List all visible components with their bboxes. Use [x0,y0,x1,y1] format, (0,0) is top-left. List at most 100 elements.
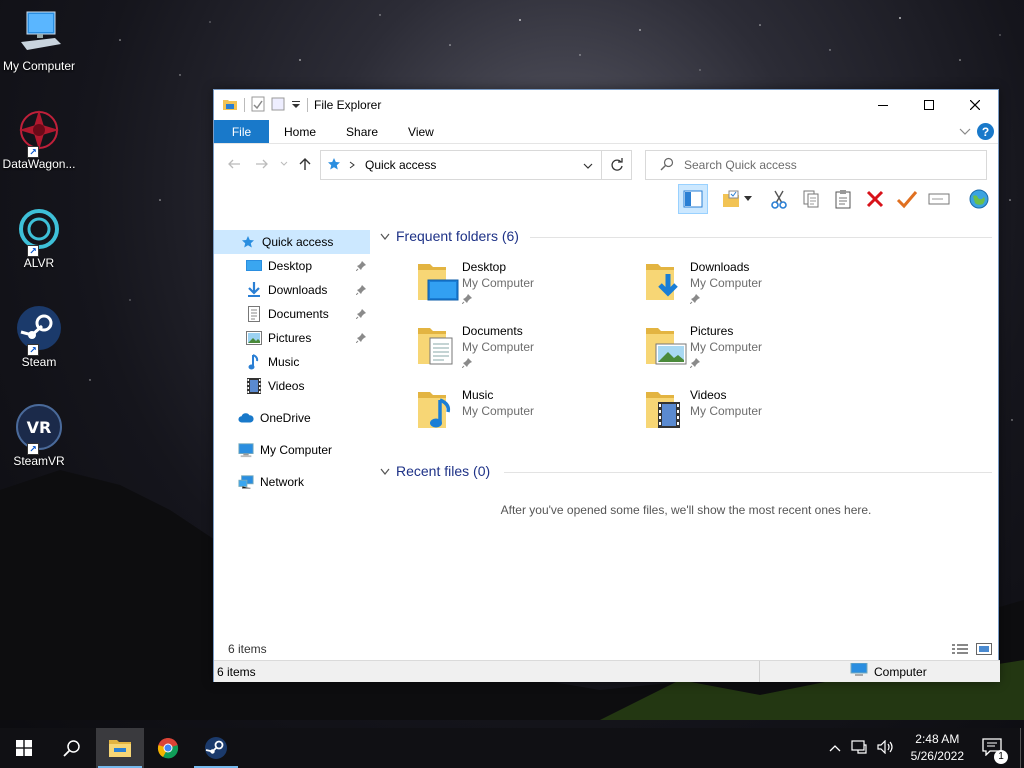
desktop-icon-label: My Computer [2,59,76,73]
pin-icon[interactable] [355,308,366,322]
close-button[interactable] [952,90,998,120]
new-item-dropdown-icon[interactable] [740,184,756,214]
pin-icon[interactable] [689,357,700,371]
paste-button[interactable] [828,184,858,214]
sidebar-item-videos[interactable]: Videos [214,374,372,398]
sidebar-item-pictures[interactable]: Pictures [214,326,372,350]
customize-qat-icon[interactable] [291,98,301,112]
globe-icon[interactable] [964,184,994,214]
frequent-folders-header[interactable]: Frequent folders (6) [380,228,992,244]
folder-name: Downloads [690,260,750,274]
sidebar-item-downloads[interactable]: Downloads [214,278,372,302]
folder-tile-desktop[interactable]: Desktop My Computer [416,260,636,320]
address-bar[interactable]: Quick access [320,150,632,180]
breadcrumb[interactable]: Quick access [365,158,436,172]
main-pane: Frequent folders (6) Desktop My Computer… [376,218,996,642]
desktop-icon-my-computer[interactable]: My Computer [2,8,76,73]
sidebar-item-network[interactable]: Network [214,470,372,494]
sidebar-item-desktop[interactable]: Desktop [214,254,372,278]
pin-icon[interactable] [355,260,366,274]
folder-name: Pictures [690,324,734,338]
chrome-icon [157,738,179,759]
qat-separator [244,98,245,112]
refresh-button[interactable] [601,151,631,179]
desktop-icon-steam[interactable]: ↗ Steam [2,304,76,369]
recent-files-header[interactable]: Recent files (0) [380,463,992,479]
search-input[interactable]: Search Quick access [684,158,797,172]
taskbar-chrome[interactable] [144,728,192,768]
back-button[interactable] [220,159,248,169]
pin-icon[interactable] [355,284,366,298]
large-icons-view-icon[interactable] [976,643,992,658]
properties-icon[interactable] [251,96,265,115]
tab-share[interactable]: Share [331,120,393,143]
taskbar-file-explorer[interactable] [96,728,144,768]
computer-icon [15,8,63,56]
folder-tile-videos[interactable]: Videos My Computer [644,388,864,448]
rename-button[interactable] [924,184,954,214]
folder-tile-pictures[interactable]: Pictures My Computer [644,324,864,384]
downloads-folder-icon [644,260,688,304]
copy-button[interactable] [796,184,826,214]
desktop-icon-alvr[interactable]: ↗ ALVR [2,205,76,270]
taskbar: 2:48 AM 5/26/2022 1 [0,728,1024,768]
folder-name: Documents [462,324,523,338]
preview-pane-button[interactable] [678,184,708,214]
minimize-button[interactable] [860,90,906,120]
window-title: File Explorer [314,98,382,112]
select-button[interactable] [892,184,922,214]
help-icon[interactable]: ? [977,123,994,140]
file-explorer-icon [109,740,131,757]
download-icon [246,282,262,298]
clock[interactable]: 2:48 AM 5/26/2022 [911,731,964,765]
sidebar-item-my-computer[interactable]: My Computer [214,438,372,462]
start-button[interactable] [0,728,48,768]
recent-locations-button[interactable] [276,161,292,167]
sidebar-item-music[interactable]: Music [214,350,372,374]
delete-button[interactable] [860,184,890,214]
tab-file[interactable]: File [214,120,269,143]
up-button[interactable] [292,157,318,171]
volume-icon[interactable] [877,739,895,757]
pin-icon[interactable] [461,293,472,307]
folder-tile-music[interactable]: Music My Computer [416,388,636,448]
location-label: Computer [874,664,927,679]
steam-icon: ↗ [15,304,63,356]
breadcrumb-chevron-icon[interactable] [349,158,355,172]
network-icon[interactable] [851,739,869,757]
show-hidden-icons-chevron-icon[interactable] [829,741,841,755]
tab-view[interactable]: View [393,120,449,143]
folder-tile-downloads[interactable]: Downloads My Computer [644,260,864,320]
pin-icon[interactable] [355,332,366,346]
picture-icon [246,330,262,346]
show-desktop-button[interactable] [1020,728,1024,768]
search-box[interactable]: Search Quick access [645,150,987,180]
desktop-folder-icon [416,260,460,304]
sidebar-item-quick-access[interactable]: Quick access [214,230,370,254]
cut-button[interactable] [764,184,794,214]
file-explorer-window[interactable]: File Explorer File Home Share View ? Qui… [213,89,1000,682]
address-dropdown-icon[interactable] [583,159,593,173]
shortcut-arrow-icon: ↗ [27,245,39,257]
taskbar-steam[interactable] [192,728,240,768]
folder-tile-documents[interactable]: Documents My Computer [416,324,636,384]
sidebar-item-onedrive[interactable]: OneDrive [214,406,372,430]
new-folder-qat-icon[interactable] [271,96,285,115]
desktop-icon-datawagon[interactable]: ↗ DataWagon... [2,106,76,171]
sidebar-item-label: Music [268,355,300,369]
pictures-folder-icon [644,324,688,368]
pin-icon[interactable] [461,357,472,371]
desktop-icon-steamvr[interactable]: VR ↗ SteamVR [2,403,76,468]
title-bar[interactable]: File Explorer [214,90,998,120]
pin-icon[interactable] [689,293,700,307]
search-icon [660,157,674,174]
maximize-button[interactable] [906,90,952,120]
forward-button[interactable] [248,159,276,169]
sidebar-item-documents[interactable]: Documents [214,302,372,326]
tab-home[interactable]: Home [269,120,331,143]
search-button[interactable] [48,728,96,768]
action-center-button[interactable]: 1 [982,737,1008,764]
folder-app-icon [222,96,238,115]
details-view-icon[interactable] [952,643,968,658]
expand-ribbon-icon[interactable] [959,125,971,139]
